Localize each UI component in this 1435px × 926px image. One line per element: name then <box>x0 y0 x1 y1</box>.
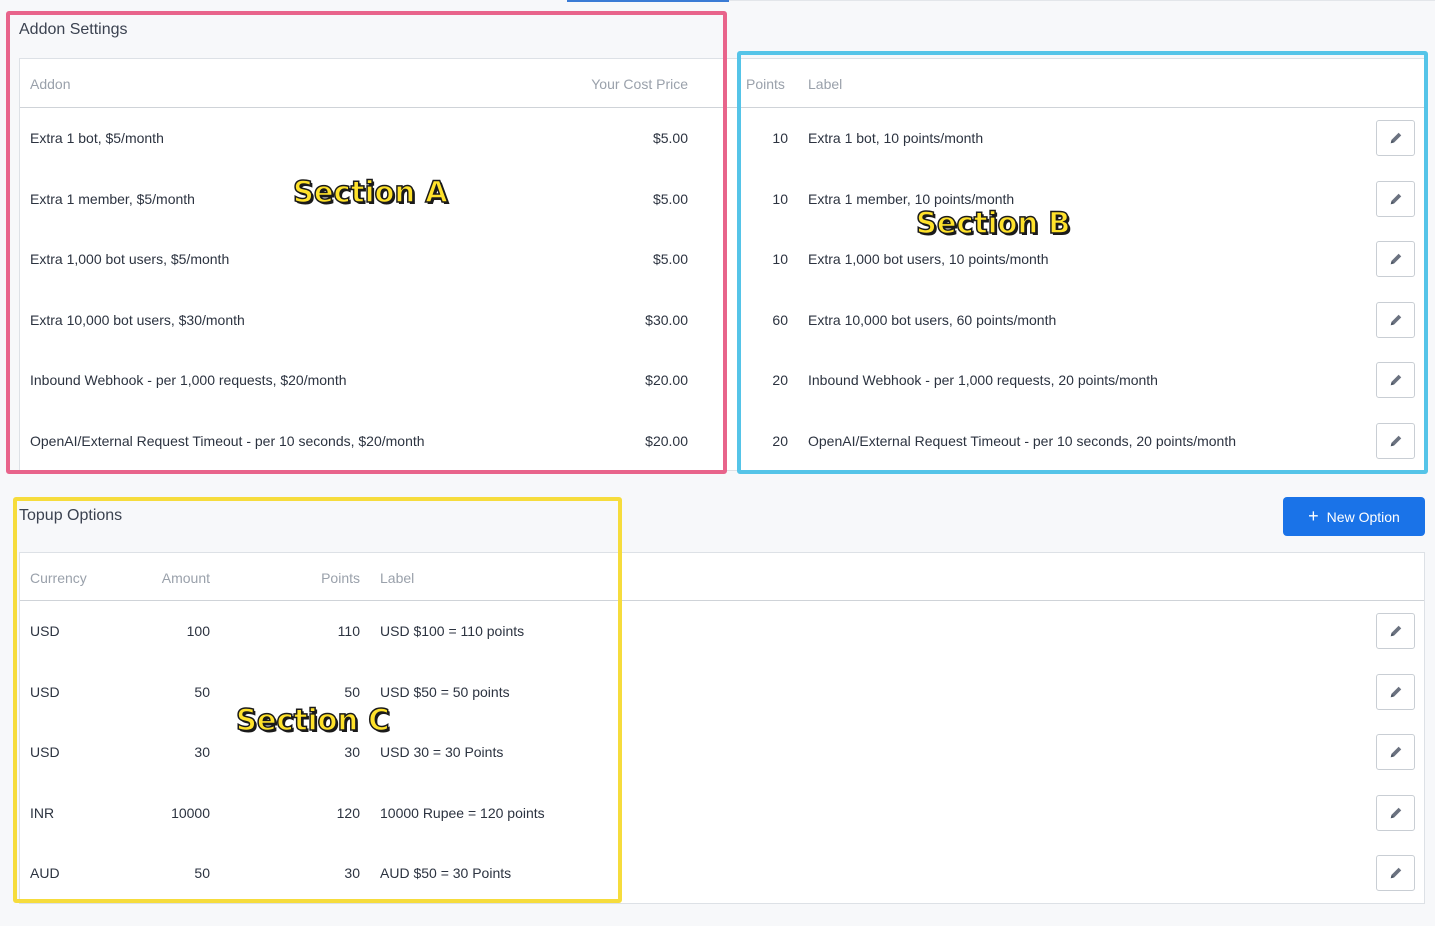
section-b-label: Section B <box>915 205 1071 241</box>
table-row: AUD 50 30 AUD $50 = 30 Points <box>20 843 1424 903</box>
table-row: Extra 1 member, $5/month $5.00 10 Extra 1 m… <box>20 169 1424 229</box>
cost-price: $5.00 <box>652 251 688 267</box>
pencil-icon <box>1389 866 1403 880</box>
addon-label: Extra 1 member, 10 points/month <box>808 190 1015 207</box>
topup-label: USD $50 = 50 points <box>380 683 510 700</box>
edit-button[interactable] <box>1376 422 1415 459</box>
pencil-icon <box>1389 373 1403 387</box>
points-value: 10 <box>772 130 788 146</box>
pencil-icon <box>1389 434 1403 448</box>
points-value: 10 <box>772 251 788 267</box>
plus-icon: + <box>1308 505 1319 526</box>
edit-button[interactable] <box>1376 301 1415 338</box>
edit-button[interactable] <box>1376 673 1415 710</box>
topup-label: USD $100 = 110 points <box>380 623 525 639</box>
table-row: Extra 10,000 bot users, $30/month $30.00 6… <box>20 290 1424 350</box>
addon-settings-title: Addon Settings <box>19 21 128 38</box>
pencil-icon <box>1389 313 1403 327</box>
cost-price: $30.00 <box>645 311 688 328</box>
table-row: Extra 1 bot, $5/month $5.00 10 Extra 1 bot,… <box>20 108 1424 168</box>
addon-table-header: Addon Your Cost Price Points Label <box>20 59 1424 108</box>
addon-settings-table: Addon Your Cost Price Points Label Extra… <box>19 58 1425 471</box>
edit-button[interactable] <box>1376 613 1415 649</box>
edit-button[interactable] <box>1376 120 1415 156</box>
amount-value: 100 <box>186 623 210 639</box>
col-label: Label <box>808 76 843 92</box>
edit-button[interactable] <box>1376 241 1415 277</box>
amount-value: 30 <box>194 744 210 760</box>
col-points: Points <box>746 76 785 92</box>
topup-label: USD 30 = 30 Points <box>380 744 504 760</box>
new-option-label: New Option <box>1326 508 1400 525</box>
edit-button[interactable] <box>1376 362 1415 398</box>
col-topup-label: Label <box>380 570 415 586</box>
edit-button[interactable] <box>1376 180 1415 217</box>
addon-name: Extra 10,000 bot users, $30/month <box>30 311 245 328</box>
currency-value: USD <box>30 744 60 760</box>
table-row: Extra 1,000 bot users, $5/month $5.00 10 Ex… <box>20 229 1424 289</box>
currency-value: USD <box>30 683 60 700</box>
table-row: USD 100 110 USD $100 = 110 points <box>20 601 1424 661</box>
addon-label: Extra 1 bot, 10 points/month <box>808 130 984 146</box>
addon-label: Inbound Webhook - per 1,000 requests, 20… <box>808 372 1158 388</box>
col-amount: Amount <box>161 570 210 586</box>
currency-value: INR <box>30 804 55 821</box>
points-value: 60 <box>772 311 788 328</box>
addon-name: OpenAI/External Request Timeout - per 10… <box>30 432 425 449</box>
table-row: USD 30 30 USD 30 = 30 Points <box>20 722 1424 782</box>
addon-name: Extra 1,000 bot users, $5/month <box>30 251 230 267</box>
topup-label: 10000 Rupee = 120 points <box>380 804 545 821</box>
pencil-icon <box>1389 192 1403 206</box>
cost-price: $5.00 <box>652 130 688 146</box>
new-option-button[interactable]: + New Option <box>1283 497 1425 536</box>
table-row: Inbound Webhook - per 1,000 requests, $2… <box>20 350 1424 410</box>
section-a-label: Section A <box>292 174 448 210</box>
table-row: USD 50 50 USD $50 = 50 points <box>20 662 1424 722</box>
points-value: 30 <box>344 744 360 760</box>
addon-label: Extra 10,000 bot users, 60 points/month <box>808 311 1057 328</box>
points-value: 50 <box>344 683 360 700</box>
addon-name: Extra 1 member, $5/month <box>30 190 195 207</box>
cost-price: $5.00 <box>652 190 688 207</box>
col-cost-price: Your Cost Price <box>591 76 688 92</box>
edit-button[interactable] <box>1376 855 1415 891</box>
cost-price: $20.00 <box>645 372 688 388</box>
pencil-icon <box>1389 252 1403 266</box>
table-row: INR 10000 120 10000 Rupee = 120 points <box>20 783 1424 843</box>
col-currency: Currency <box>30 570 87 586</box>
active-tab-indicator <box>567 0 729 2</box>
currency-value: AUD <box>30 865 60 881</box>
topup-options-title: Topup Options <box>19 507 123 524</box>
topup-options-table: Currency Amount Points Label USD 100 110 US… <box>19 552 1425 904</box>
currency-value: USD <box>30 623 60 639</box>
pencil-icon <box>1389 806 1403 820</box>
table-row: OpenAI/External Request Timeout - per 10… <box>20 411 1424 471</box>
points-value: 20 <box>772 372 788 388</box>
col-topup-points: Points <box>321 570 360 586</box>
section-c-label: Section C <box>235 702 390 738</box>
edit-button[interactable] <box>1376 734 1415 770</box>
top-divider <box>729 0 1435 1</box>
edit-button[interactable] <box>1376 794 1415 831</box>
pencil-icon <box>1389 685 1403 699</box>
amount-value: 10000 <box>171 804 210 821</box>
topup-label: AUD $50 = 30 Points <box>380 865 512 881</box>
addon-name: Inbound Webhook - per 1,000 requests, $2… <box>30 372 347 388</box>
pencil-icon <box>1389 745 1403 759</box>
points-value: 110 <box>337 623 360 639</box>
col-addon: Addon <box>30 76 71 92</box>
pencil-icon <box>1389 624 1403 638</box>
addon-label: OpenAI/External Request Timeout - per 10… <box>808 432 1237 449</box>
points-value: 10 <box>772 190 788 207</box>
pencil-icon <box>1389 131 1403 145</box>
cost-price: $20.00 <box>645 432 688 449</box>
amount-value: 50 <box>194 683 210 700</box>
topup-table-header: Currency Amount Points Label <box>20 553 1424 601</box>
amount-value: 50 <box>194 865 210 881</box>
points-value: 120 <box>336 804 360 821</box>
addon-label: Extra 1,000 bot users, 10 points/month <box>808 251 1049 267</box>
addon-name: Extra 1 bot, $5/month <box>30 130 164 146</box>
points-value: 30 <box>344 865 360 881</box>
points-value: 20 <box>772 432 788 449</box>
